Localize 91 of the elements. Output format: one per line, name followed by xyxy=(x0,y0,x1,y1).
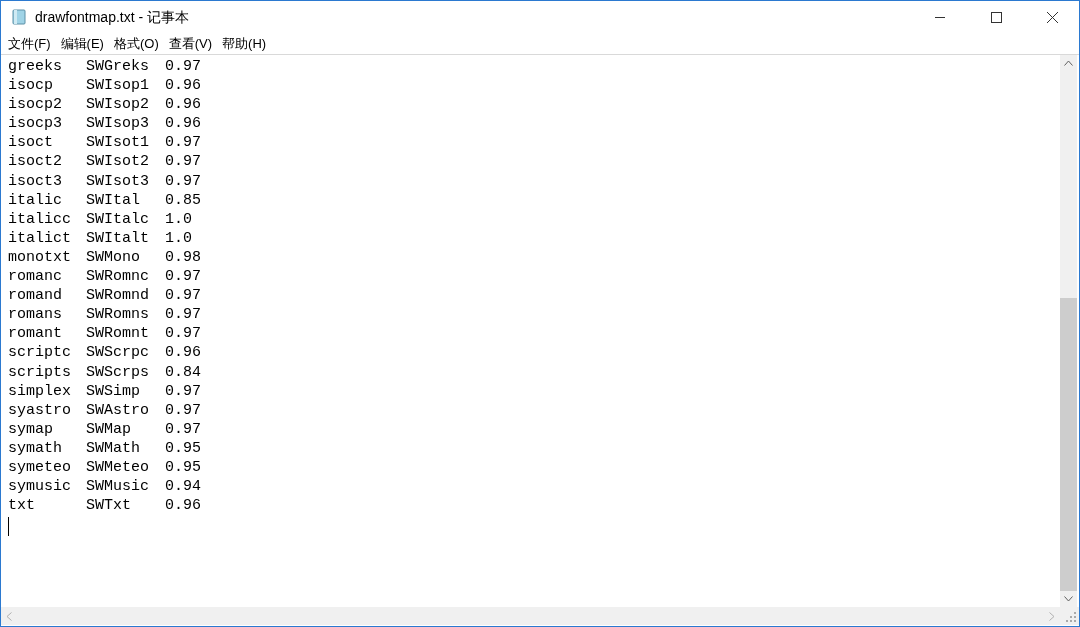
text-line: SWScrpc xyxy=(86,343,150,363)
scroll-down-icon[interactable] xyxy=(1064,596,1073,602)
text-line: 0.97 xyxy=(165,381,202,401)
text-line: isoct3 xyxy=(8,171,63,191)
text-line: SWRomnd xyxy=(86,286,150,306)
text-line: SWAstro xyxy=(86,400,150,420)
menu-item[interactable]: 格式(O) xyxy=(108,33,164,54)
text-line: greeks xyxy=(8,57,63,77)
text-line: 0.97 xyxy=(165,286,202,306)
text-line: 1.0 xyxy=(165,209,193,229)
text-line: 0.96 xyxy=(165,114,202,134)
text-line: 0.97 xyxy=(165,171,202,191)
text-line: SWMeteo xyxy=(86,457,150,478)
text-line: romanc xyxy=(8,267,63,287)
text-line: isoct2 xyxy=(8,152,63,172)
text-line: SWIsop3 xyxy=(86,114,150,134)
text-line: scriptc xyxy=(8,343,72,363)
notepad-icon xyxy=(11,9,27,25)
text-line: scripts xyxy=(8,362,72,382)
text-line: SWGreks xyxy=(86,57,150,77)
text-line: 0.98 xyxy=(165,247,202,268)
text-line: romans xyxy=(8,305,63,325)
text-line: 0.97 xyxy=(165,152,202,172)
text-line: romand xyxy=(8,286,63,306)
text-line: 0.96 xyxy=(165,95,202,115)
text-line: SWRomns xyxy=(86,305,150,325)
text-line: isocp2 xyxy=(8,95,63,115)
text-line: SWIsot2 xyxy=(86,152,150,172)
text-line: 0.97 xyxy=(165,267,202,287)
text-line: txt xyxy=(8,496,36,516)
text-line: SWIsot1 xyxy=(86,133,150,153)
text-line: symap xyxy=(8,419,54,439)
horizontal-scrollbar[interactable] xyxy=(1,607,1060,625)
text-line: simplex xyxy=(8,381,72,401)
text-line: 0.97 xyxy=(165,133,202,153)
scroll-right-icon[interactable] xyxy=(1049,611,1055,621)
text-line: symusic xyxy=(8,477,72,497)
menu-item[interactable]: 编辑(E) xyxy=(55,33,109,54)
menu-item[interactable]: 帮助(H) xyxy=(217,33,272,54)
menu-item[interactable]: 文件(F) xyxy=(3,33,56,54)
text-line: SWMap xyxy=(86,419,132,439)
text-line: isocp3 xyxy=(8,114,63,134)
close-icon xyxy=(1046,11,1058,23)
vertical-scrollbar[interactable] xyxy=(1060,55,1077,607)
minimize-icon xyxy=(935,16,945,18)
text-line: 0.97 xyxy=(165,305,202,325)
text-line: romant xyxy=(8,324,63,344)
text-line: SWTxt xyxy=(86,496,132,516)
text-line: syastro xyxy=(8,400,72,420)
text-line: 0.84 xyxy=(165,362,202,382)
text-line: 0.97 xyxy=(165,419,202,439)
text-line: 0.85 xyxy=(165,190,202,210)
text-line: SWIsop1 xyxy=(86,76,150,96)
text-line: SWSimp xyxy=(86,381,141,401)
text-line: italicc xyxy=(8,209,72,229)
scroll-left-icon[interactable] xyxy=(6,611,12,621)
text-line: 0.96 xyxy=(165,343,202,363)
text-line: SWMath xyxy=(86,438,141,458)
text-line: isocp xyxy=(8,76,54,96)
text-line: 0.96 xyxy=(165,76,202,96)
text-line: SWRomnt xyxy=(86,324,150,344)
text-line: 0.96 xyxy=(165,496,202,516)
size-grip-icon[interactable] xyxy=(1066,612,1076,622)
text-line: 0.97 xyxy=(165,57,202,77)
scroll-up-icon[interactable] xyxy=(1064,60,1073,66)
text-line: SWScrps xyxy=(86,362,150,382)
text-line: 0.97 xyxy=(165,400,202,420)
text-line: isoct xyxy=(8,133,54,153)
scrollbar-thumb[interactable] xyxy=(1060,298,1077,591)
text-line: SWItalc xyxy=(86,209,150,229)
text-line: SWRomnc xyxy=(86,267,150,287)
text-line: SWItalt xyxy=(86,228,150,248)
maximize-icon xyxy=(990,11,1002,23)
text-line: 0.94 xyxy=(165,477,202,497)
text-line: SWMono xyxy=(86,247,141,268)
menu-item[interactable]: 查看(V) xyxy=(163,33,218,54)
window-title: drawfontmap.txt - 记事本 xyxy=(35,7,190,27)
text-line: 1.0 xyxy=(165,228,193,248)
text-line: italict xyxy=(8,228,72,248)
text-line: SWItal xyxy=(86,190,141,210)
text-line: symeteo xyxy=(8,457,72,478)
text-line: SWMusic xyxy=(86,477,150,497)
text-line: SWIsot3 xyxy=(86,171,150,191)
text-line: 0.95 xyxy=(165,438,202,458)
text-line: monotxt xyxy=(8,247,72,268)
text-cursor xyxy=(8,517,9,537)
text-line: 0.97 xyxy=(165,324,202,344)
text-line: italic xyxy=(8,190,63,210)
text-line: symath xyxy=(8,438,63,458)
text-line: SWIsop2 xyxy=(86,95,150,115)
text-line: 0.95 xyxy=(165,457,202,478)
